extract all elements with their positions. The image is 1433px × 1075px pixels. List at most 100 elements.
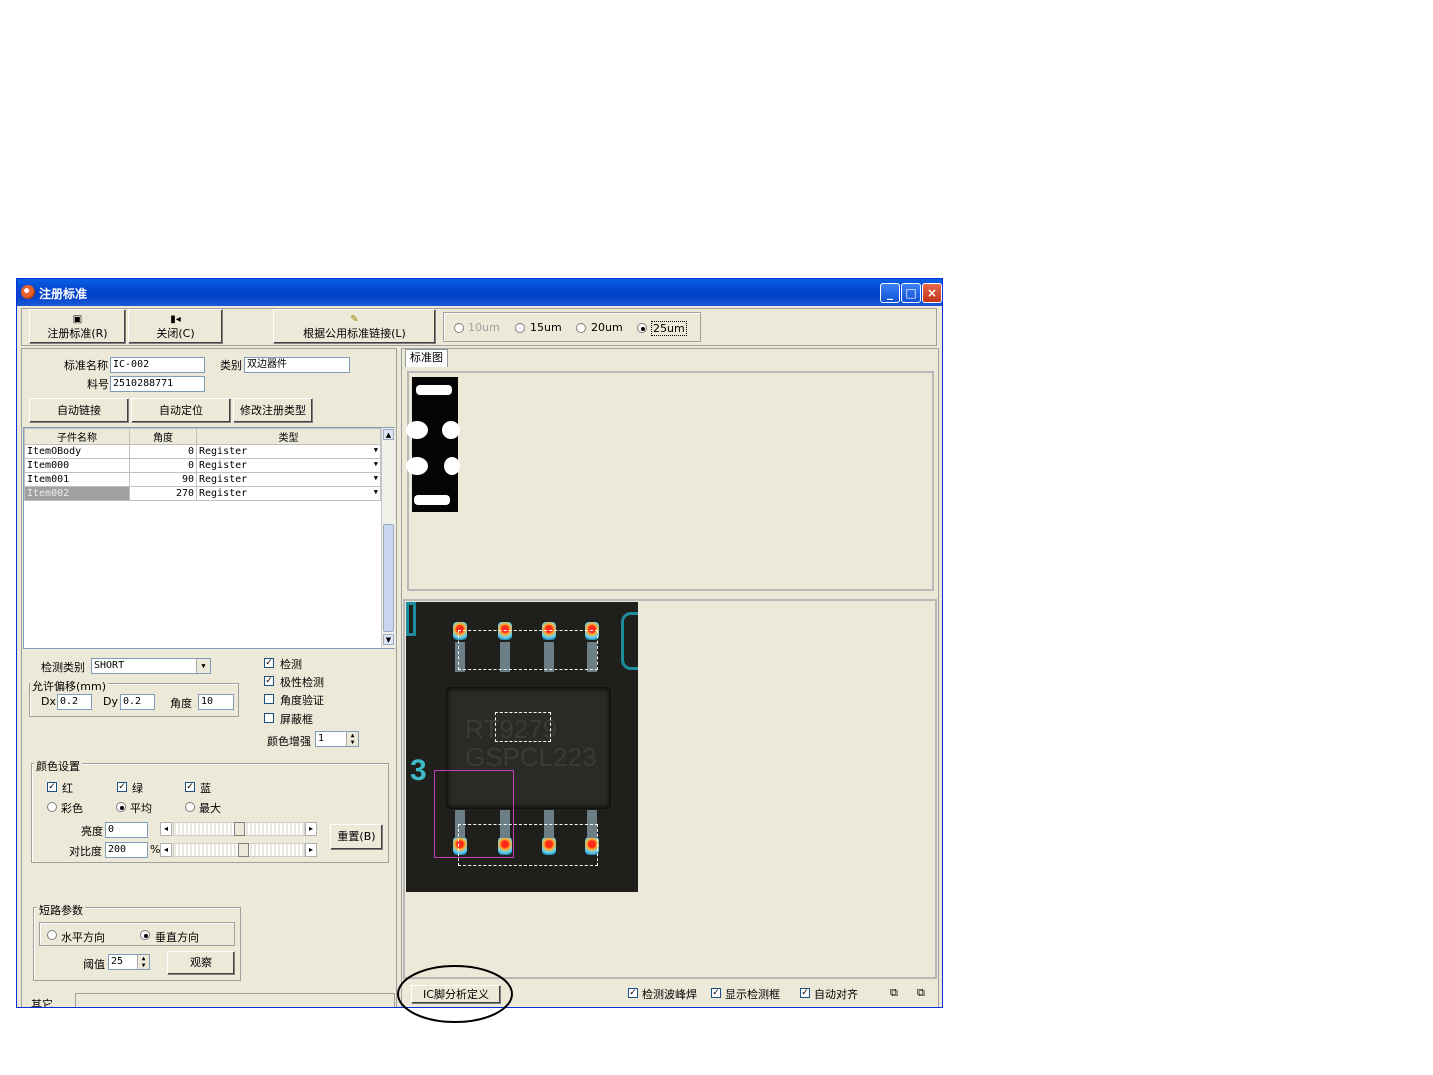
check-detect-label: 检测: [280, 658, 302, 671]
app-icon: [21, 285, 35, 299]
tab-standard-image[interactable]: 标准图: [405, 349, 448, 367]
radio-mode-average[interactable]: [116, 802, 126, 812]
other-label: 其它: [31, 998, 53, 1008]
close-button[interactable]: ▮◂ 关闭(C): [128, 309, 223, 344]
check-auto-align-label: 自动对齐: [814, 988, 858, 1001]
other-field: [75, 993, 395, 1007]
detect-type-select[interactable]: SHORT ▼: [91, 658, 211, 674]
contrast-right-arrow-icon[interactable]: ▸: [305, 843, 317, 857]
check-polarity[interactable]: ✓: [264, 676, 274, 686]
check-wave-solder-label: 检测波峰焊: [642, 988, 697, 1001]
link-public-standard-button[interactable]: ✎ 根据公用标准链接(L): [273, 309, 436, 344]
inspection-view: RT9279 GSPCL223 3: [403, 599, 937, 979]
radio-20um[interactable]: [576, 323, 586, 333]
close-window-button[interactable]: ×: [922, 283, 942, 303]
zoom-in-icon[interactable]: ⧉: [890, 987, 904, 999]
standard-image-panel: [406, 371, 934, 591]
check-polarity-label: 极性检测: [280, 676, 324, 689]
detect-type-label: 检测类别: [41, 661, 85, 674]
check-blue-label: 蓝: [200, 782, 211, 795]
link-icon: ✎: [350, 314, 359, 325]
color-gain-spinner[interactable]: 1 ▲ ▼: [315, 731, 359, 747]
category-label: 类别: [220, 359, 242, 372]
table-row[interactable]: Item001 90 Register ▼: [24, 472, 381, 487]
scroll-thumb[interactable]: [383, 524, 394, 632]
brightness-left-arrow-icon[interactable]: ◂: [160, 822, 172, 836]
header-type[interactable]: 类型: [196, 428, 381, 445]
category-field[interactable]: 双边器件: [244, 357, 350, 373]
brightness-right-arrow-icon[interactable]: ▸: [305, 822, 317, 836]
contrast-left-arrow-icon[interactable]: ◂: [160, 843, 172, 857]
threshold-spinner[interactable]: 25 ▲ ▼: [108, 954, 150, 970]
contrast-slider-thumb[interactable]: [238, 843, 249, 857]
standard-name-field[interactable]: IC-002: [110, 357, 205, 373]
minimize-button[interactable]: _: [880, 283, 900, 303]
check-shield-box[interactable]: [264, 713, 274, 723]
check-show-box-label: 显示检测框: [725, 988, 780, 1001]
check-show-box[interactable]: ✓: [711, 988, 721, 998]
reset-button[interactable]: 重置(B): [330, 824, 383, 850]
brightness-field[interactable]: 0: [105, 822, 148, 838]
radio-25um[interactable]: [637, 323, 647, 333]
radio-horizontal[interactable]: [47, 930, 57, 940]
check-auto-align[interactable]: ✓: [800, 988, 810, 998]
standard-name-label: 标准名称: [64, 359, 108, 372]
header-angle[interactable]: 角度: [129, 428, 197, 445]
offset-angle-field[interactable]: 10: [198, 694, 234, 710]
register-standard-button[interactable]: ▣ 注册标准(R): [29, 309, 126, 344]
check-detect[interactable]: ✓: [264, 658, 274, 668]
table-row-selected[interactable]: Item002 270 Register ▼: [24, 486, 381, 501]
check-shield-box-label: 屏蔽框: [280, 713, 313, 726]
modify-type-button[interactable]: 修改注册类型: [233, 398, 313, 423]
header-name[interactable]: 子件名称: [24, 428, 130, 445]
title-bar[interactable]: 注册标准 _ □ ×: [17, 279, 942, 306]
table-row[interactable]: ItemOBody 0 Register ▼: [24, 444, 381, 459]
check-blue[interactable]: ✓: [185, 782, 195, 792]
radio-mode-color[interactable]: [47, 802, 57, 812]
zoom-out-icon[interactable]: ⧉: [917, 987, 931, 999]
dy-field[interactable]: 0.2: [120, 694, 155, 710]
dropdown-arrow-icon: ▼: [373, 488, 378, 496]
radio-15um[interactable]: [515, 323, 525, 333]
inspection-box-top[interactable]: [458, 630, 598, 670]
contrast-slider[interactable]: [173, 843, 305, 857]
radio-horizontal-label: 水平方向: [61, 931, 105, 944]
radio-vertical[interactable]: [140, 930, 150, 940]
part-number-field[interactable]: 2510288771: [110, 376, 205, 392]
inspection-box-center[interactable]: [495, 712, 551, 742]
radio-20um-label: 20um: [591, 321, 623, 334]
radio-mode-average-label: 平均: [130, 802, 152, 815]
auto-link-button[interactable]: 自动链接: [29, 398, 129, 423]
dx-label: Dx: [41, 695, 56, 708]
selection-box[interactable]: [434, 770, 514, 858]
brightness-slider-thumb[interactable]: [234, 822, 245, 836]
brightness-slider[interactable]: [173, 822, 305, 836]
chip-marking-line2: GSPCL223: [465, 742, 597, 772]
silkscreen-number: 3: [410, 754, 427, 787]
radio-10um-label: 10um: [468, 321, 500, 334]
check-green[interactable]: ✓: [117, 782, 127, 792]
spinner-arrows-icon: ▲ ▼: [137, 955, 149, 969]
contrast-percent-label: %: [150, 843, 161, 856]
table-header: 子件名称 角度 类型: [24, 428, 381, 445]
radio-mode-color-label: 彩色: [61, 802, 83, 815]
radio-25um-label: 25um: [651, 321, 687, 336]
radio-mode-max[interactable]: [185, 802, 195, 812]
auto-locate-button[interactable]: 自动定位: [131, 398, 231, 423]
dx-field[interactable]: 0.2: [57, 694, 92, 710]
table-row[interactable]: Item000 0 Register ▼: [24, 458, 381, 473]
radio-10um[interactable]: [454, 323, 464, 333]
check-green-label: 绿: [132, 782, 143, 795]
color-settings-label: 颜色设置: [34, 758, 82, 774]
scroll-down-icon[interactable]: ▼: [383, 634, 394, 645]
resolution-group: 10um 15um 20um 25um: [443, 312, 701, 342]
observe-button[interactable]: 观察: [167, 951, 235, 975]
pcb-image[interactable]: RT9279 GSPCL223 3: [406, 602, 638, 892]
scroll-up-icon[interactable]: ▲: [383, 429, 394, 440]
contrast-field[interactable]: 200: [105, 842, 148, 858]
check-angle-verify[interactable]: [264, 694, 274, 704]
table-scrollbar[interactable]: ▲ ▼: [381, 428, 395, 648]
check-wave-solder[interactable]: ✓: [628, 988, 638, 998]
maximize-button[interactable]: □: [901, 283, 921, 303]
check-red[interactable]: ✓: [47, 782, 57, 792]
